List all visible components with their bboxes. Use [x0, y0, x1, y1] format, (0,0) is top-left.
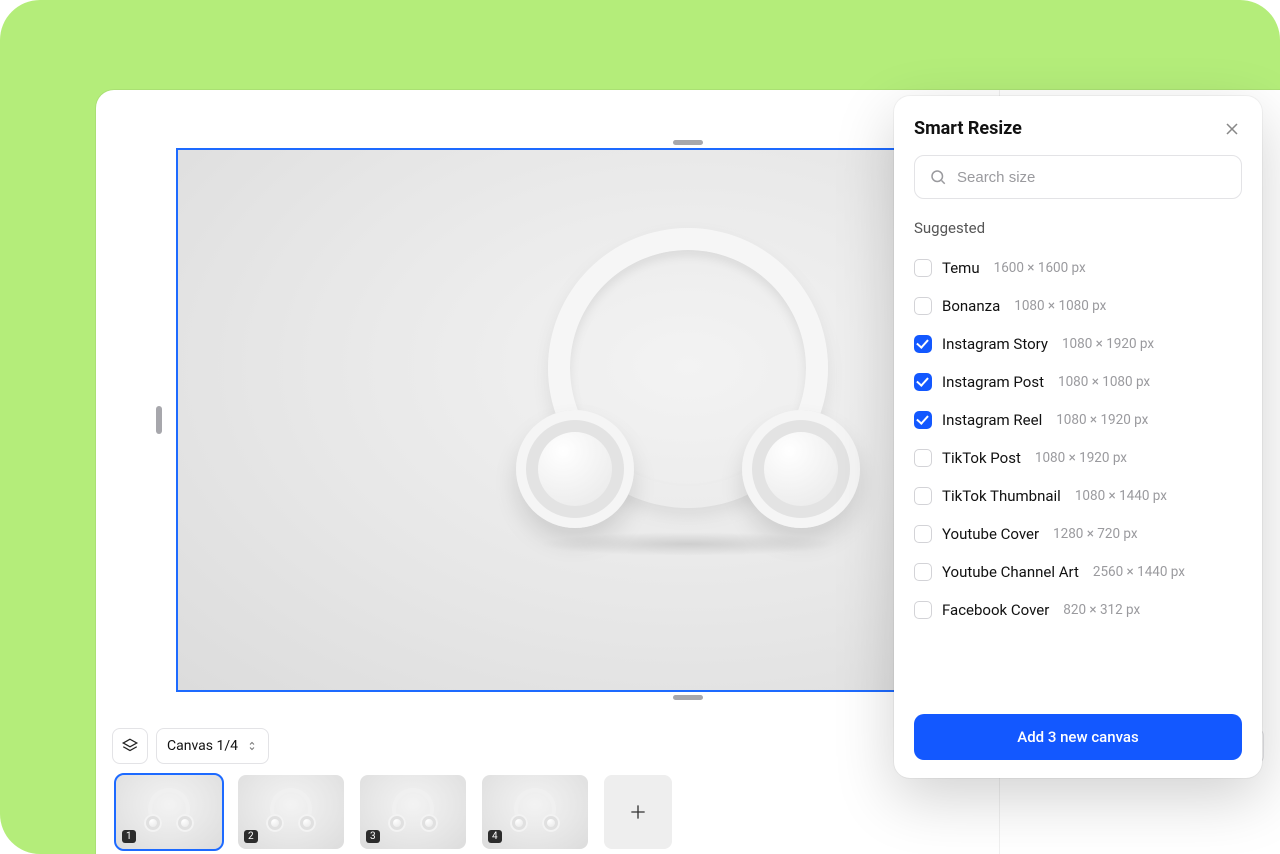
size-option[interactable]: Instagram Reel 1080 × 1920 px	[914, 401, 1242, 439]
size-option[interactable]: Temu 1600 × 1600 px	[914, 249, 1242, 287]
thumbnail-number: 2	[244, 830, 258, 843]
size-checkbox[interactable]	[914, 601, 932, 619]
search-size-input[interactable]	[957, 169, 1227, 186]
size-list: Temu1600 × 1600 pxBonanza1080 × 1080 pxI…	[914, 249, 1242, 704]
canvas-dropdown[interactable]: Canvas 1/4	[156, 728, 269, 764]
size-dimensions: 1080 × 1080 px	[1058, 374, 1150, 390]
size-dimensions: 1080 × 1920 px	[1056, 412, 1148, 428]
search-icon	[929, 168, 947, 186]
resize-handle-bottom[interactable]	[673, 695, 703, 700]
thumbnail-number: 1	[122, 830, 136, 843]
size-name: Youtube Cover	[942, 525, 1039, 543]
size-option[interactable]: Bonanza 1080 × 1080 px	[914, 287, 1242, 325]
chevron-updown-icon	[246, 740, 258, 752]
thumbnail-number: 4	[488, 830, 502, 843]
size-name: Bonanza	[942, 297, 1000, 315]
size-checkbox[interactable]	[914, 563, 932, 581]
panel-header: Smart Resize	[914, 118, 1242, 139]
size-name: Temu	[942, 259, 980, 277]
canvas-dropdown-label: Canvas 1/4	[167, 738, 238, 754]
size-option[interactable]: Instagram Post 1080 × 1080 px	[914, 363, 1242, 401]
size-checkbox[interactable]	[914, 487, 932, 505]
canvas-thumbnail[interactable]: 2	[238, 775, 344, 849]
close-icon[interactable]	[1222, 119, 1242, 139]
layers-button[interactable]	[112, 728, 148, 764]
size-dimensions: 1280 × 720 px	[1053, 526, 1138, 542]
add-canvas-label: Add 3 new canvas	[1017, 728, 1138, 746]
size-checkbox[interactable]	[914, 259, 932, 277]
add-canvas-button[interactable]: Add 3 new canvas	[914, 714, 1242, 760]
size-dimensions: 2560 × 1440 px	[1093, 564, 1185, 580]
search-size-field[interactable]	[914, 155, 1242, 199]
size-option[interactable]: TikTok Thumbnail 1080 × 1440 px	[914, 477, 1242, 515]
size-dimensions: 1080 × 1920 px	[1062, 336, 1154, 352]
size-name: TikTok Post	[942, 449, 1021, 467]
section-label-suggested: Suggested	[914, 219, 1242, 237]
size-checkbox[interactable]	[914, 297, 932, 315]
thumbnail-image	[510, 788, 560, 834]
plus-icon	[628, 802, 648, 822]
size-option[interactable]: Youtube Cover 1280 × 720 px	[914, 515, 1242, 553]
thumbnail-number: 3	[366, 830, 380, 843]
thumbnail-image	[388, 788, 438, 834]
add-canvas-thumbnail[interactable]	[604, 775, 672, 849]
size-checkbox[interactable]	[914, 411, 932, 429]
size-dimensions: 820 × 312 px	[1063, 602, 1140, 618]
size-option[interactable]: Instagram Story 1080 × 1920 px	[914, 325, 1242, 363]
size-name: TikTok Thumbnail	[942, 487, 1061, 505]
size-dimensions: 1600 × 1600 px	[994, 260, 1086, 276]
size-option[interactable]: Facebook Cover 820 × 312 px	[914, 591, 1242, 629]
size-checkbox[interactable]	[914, 335, 932, 353]
size-dimensions: 1080 × 1920 px	[1035, 450, 1127, 466]
panel-title: Smart Resize	[914, 118, 1022, 139]
size-name: Facebook Cover	[942, 601, 1049, 619]
layers-icon	[121, 737, 139, 755]
size-dimensions: 1080 × 1440 px	[1075, 488, 1167, 504]
size-name: Youtube Channel Art	[942, 563, 1079, 581]
canvas-thumbnail[interactable]: 4	[482, 775, 588, 849]
size-checkbox[interactable]	[914, 525, 932, 543]
canvas-thumbnail[interactable]: 3	[360, 775, 466, 849]
size-name: Instagram Post	[942, 373, 1044, 391]
canvas-thumbnails: 1 2 3 4	[116, 775, 1264, 849]
resize-handle-left[interactable]	[156, 406, 162, 434]
size-checkbox[interactable]	[914, 373, 932, 391]
size-option[interactable]: Youtube Channel Art 2560 × 1440 px	[914, 553, 1242, 591]
canvas-thumbnail[interactable]: 1	[116, 775, 222, 849]
size-name: Instagram Reel	[942, 411, 1042, 429]
smart-resize-panel: Smart Resize Suggested Temu 1600 × 1600 p…	[894, 96, 1262, 778]
resize-handle-top[interactable]	[673, 140, 703, 145]
size-name: Instagram Story	[942, 335, 1048, 353]
size-option[interactable]: TikTok Post 1080 × 1920 px	[914, 439, 1242, 477]
thumbnail-image	[144, 788, 194, 834]
size-checkbox[interactable]	[914, 449, 932, 467]
size-dimensions: 1080 × 1080 px	[1014, 298, 1106, 314]
headphones-image	[518, 228, 858, 548]
thumbnail-image	[266, 788, 316, 834]
